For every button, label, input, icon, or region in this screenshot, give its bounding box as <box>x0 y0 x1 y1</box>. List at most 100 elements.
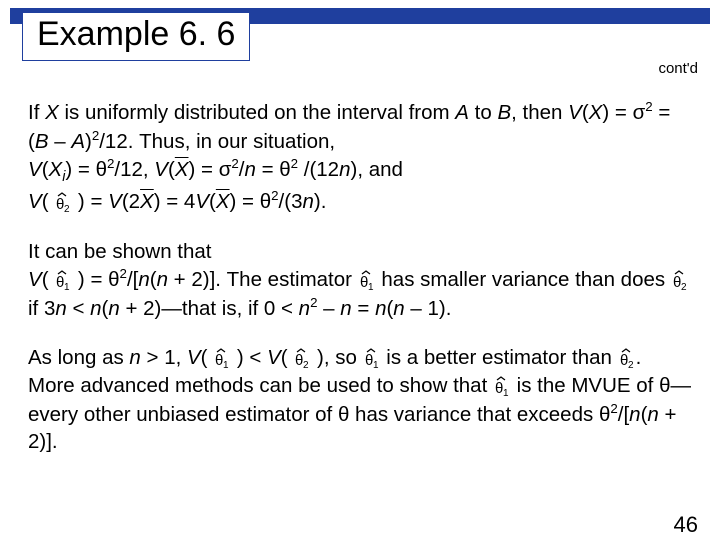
var-v: V <box>195 190 209 213</box>
var-v: V <box>28 158 42 181</box>
text: , then <box>511 101 568 124</box>
svg-text:1: 1 <box>373 360 379 369</box>
text: ), and <box>351 158 403 181</box>
var-v: V <box>108 190 122 213</box>
text: (2 <box>122 190 140 213</box>
text: ( <box>168 158 175 181</box>
sigma: σ <box>219 158 232 181</box>
sup-2: 2 <box>120 266 127 281</box>
var-n: n <box>375 297 386 320</box>
slide-content: If X is uniformly distributed on the int… <box>0 24 720 456</box>
var-n: n <box>108 297 119 320</box>
contd-label: cont'd <box>658 60 698 77</box>
text: ) = <box>78 268 108 291</box>
var-n: n <box>302 190 313 213</box>
text: If <box>28 101 45 124</box>
slide-title: Example 6. 6 <box>37 15 235 53</box>
theta-hat-2-icon: θ2 <box>618 348 636 368</box>
text: ), so <box>317 346 363 369</box>
var-a: A <box>71 129 85 152</box>
text: = <box>256 158 279 181</box>
var-v: V <box>154 158 168 181</box>
var-n: n <box>55 297 66 320</box>
text: is uniformly distributed on the interval… <box>59 101 456 124</box>
page-number: 46 <box>674 512 698 538</box>
var-v: V <box>28 190 42 213</box>
sup-2: 2 <box>291 156 298 171</box>
svg-text:2: 2 <box>628 360 634 369</box>
text: – 1). <box>405 297 452 320</box>
text: – <box>317 297 340 320</box>
text: > 1, <box>141 346 187 369</box>
text: ) <box>85 129 92 152</box>
svg-text:1: 1 <box>368 282 374 291</box>
text: ) = <box>230 190 260 213</box>
svg-text:1: 1 <box>64 282 70 291</box>
svg-text:1: 1 <box>503 388 509 397</box>
var-n: n <box>629 403 640 426</box>
var-n: n <box>129 346 140 369</box>
text: ( <box>582 101 589 124</box>
sup-2: 2 <box>271 188 278 203</box>
sup-2: 2 <box>610 401 617 416</box>
paragraph-3: As long as n > 1, V( θ1 ) < V( θ2 ), so … <box>28 344 692 456</box>
text: is the MVUE of <box>511 374 659 397</box>
var-n: n <box>647 403 658 426</box>
sub-i: i <box>62 169 65 185</box>
var-n: n <box>244 158 255 181</box>
var-v: V <box>187 346 201 369</box>
text: ) = <box>602 101 632 124</box>
text: ( <box>281 346 288 369</box>
theta: θ <box>279 158 290 181</box>
theta: θ <box>338 403 349 426</box>
theta: θ <box>260 190 271 213</box>
var-n: n <box>340 297 351 320</box>
theta: θ <box>599 403 610 426</box>
theta-hat-1-icon: θ1 <box>358 270 376 290</box>
text: ( <box>42 190 49 213</box>
text: ( <box>42 158 49 181</box>
sup-2: 2 <box>231 156 238 171</box>
text: /[ <box>618 403 629 426</box>
theta-hat-2-icon: θ2 <box>671 270 689 290</box>
text: ( <box>209 190 216 213</box>
text: ) = <box>78 190 108 213</box>
text: /[ <box>127 268 138 291</box>
var-v: V <box>267 346 281 369</box>
var-n: n <box>138 268 149 291</box>
text: < <box>67 297 90 320</box>
var-n: n <box>393 297 404 320</box>
text: ( <box>201 346 208 369</box>
text: ). <box>314 190 327 213</box>
xbar: X <box>175 158 189 181</box>
var-b: B <box>35 129 49 152</box>
xbar: X <box>216 190 230 213</box>
theta: θ <box>96 158 107 181</box>
theta-hat-1-icon: θ1 <box>54 270 72 290</box>
svg-text:2: 2 <box>64 204 70 213</box>
text: ) = 4 <box>154 190 196 213</box>
sup-2: 2 <box>107 156 114 171</box>
text: + 2)]. The estimator <box>168 268 358 291</box>
text: /(3 <box>279 190 303 213</box>
header-title-box: Example 6. 6 <box>22 12 250 61</box>
text: ( <box>150 268 157 291</box>
theta: θ <box>659 374 670 397</box>
xbar: X <box>140 190 154 213</box>
var-n: n <box>157 268 168 291</box>
var-n: n <box>299 297 310 320</box>
var-n: n <box>90 297 101 320</box>
paragraph-1: If X is uniformly distributed on the int… <box>28 98 692 216</box>
text: has smaller variance than does <box>381 268 670 291</box>
text: As long as <box>28 346 129 369</box>
theta-hat-1-icon: θ1 <box>213 348 231 368</box>
text: /12, <box>114 158 154 181</box>
var-v: V <box>28 268 42 291</box>
text: ) = <box>65 158 95 181</box>
var-x: X <box>45 101 59 124</box>
text: ) < <box>237 346 267 369</box>
sup-2: 2 <box>310 295 317 310</box>
var-n: n <box>339 158 350 181</box>
var-a: A <box>455 101 469 124</box>
text: has variance that exceeds <box>349 403 599 426</box>
